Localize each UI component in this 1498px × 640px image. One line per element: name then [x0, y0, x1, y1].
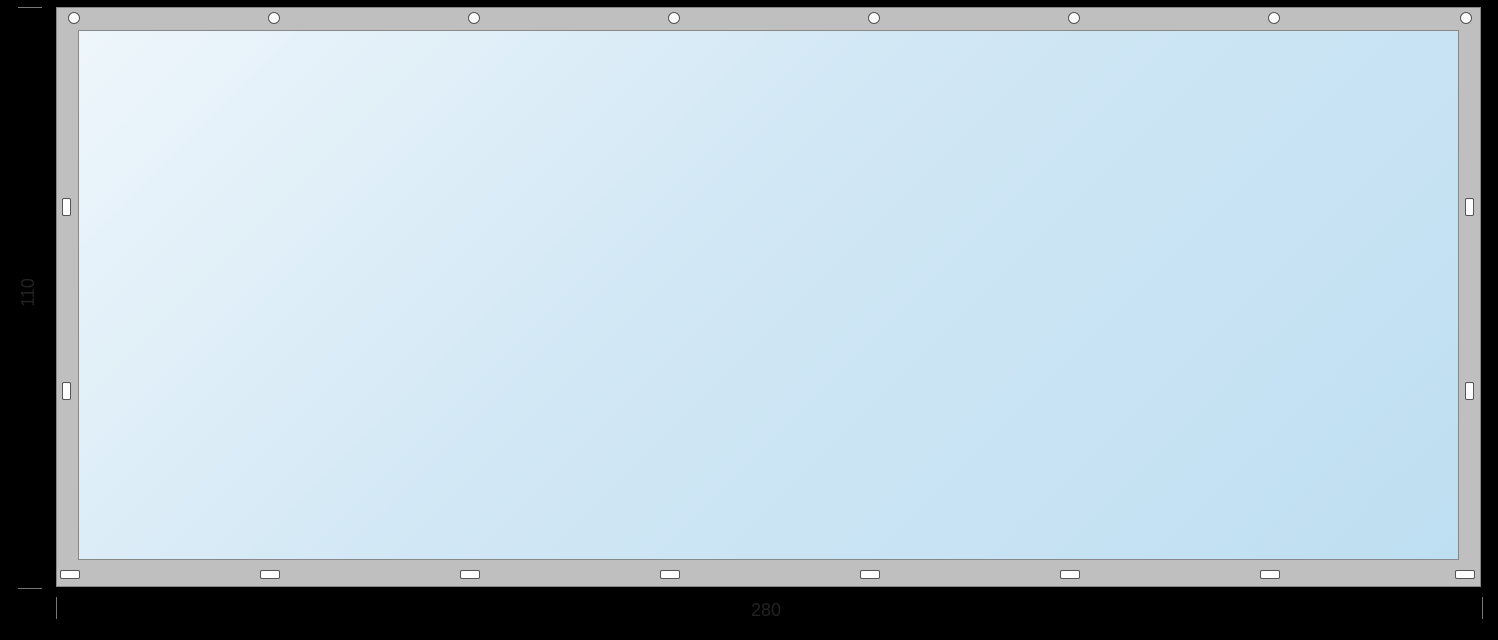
slot-icon	[460, 570, 480, 579]
eyelet-icon	[1268, 12, 1280, 24]
slot-icon	[60, 570, 80, 579]
slot-icon	[1465, 382, 1474, 400]
slot-icon	[260, 570, 280, 579]
eyelet-icon	[68, 12, 80, 24]
slot-icon	[1260, 570, 1280, 579]
slot-icon	[62, 382, 71, 400]
eyelet-icon	[1460, 12, 1472, 24]
dimension-vertical-label: 110	[18, 278, 39, 307]
slot-icon	[62, 198, 71, 216]
tarp-panel	[78, 30, 1459, 560]
eyelet-icon	[468, 12, 480, 24]
dimension-horizontal-label: 280	[736, 600, 796, 621]
eyelet-icon	[268, 12, 280, 24]
eyelet-icon	[868, 12, 880, 24]
slot-icon	[1060, 570, 1080, 579]
slot-icon	[860, 570, 880, 579]
slot-icon	[1465, 198, 1474, 216]
slot-icon	[1455, 570, 1475, 579]
eyelet-icon	[1068, 12, 1080, 24]
eyelet-icon	[668, 12, 680, 24]
slot-icon	[660, 570, 680, 579]
diagram-stage: 110 280	[0, 0, 1498, 640]
